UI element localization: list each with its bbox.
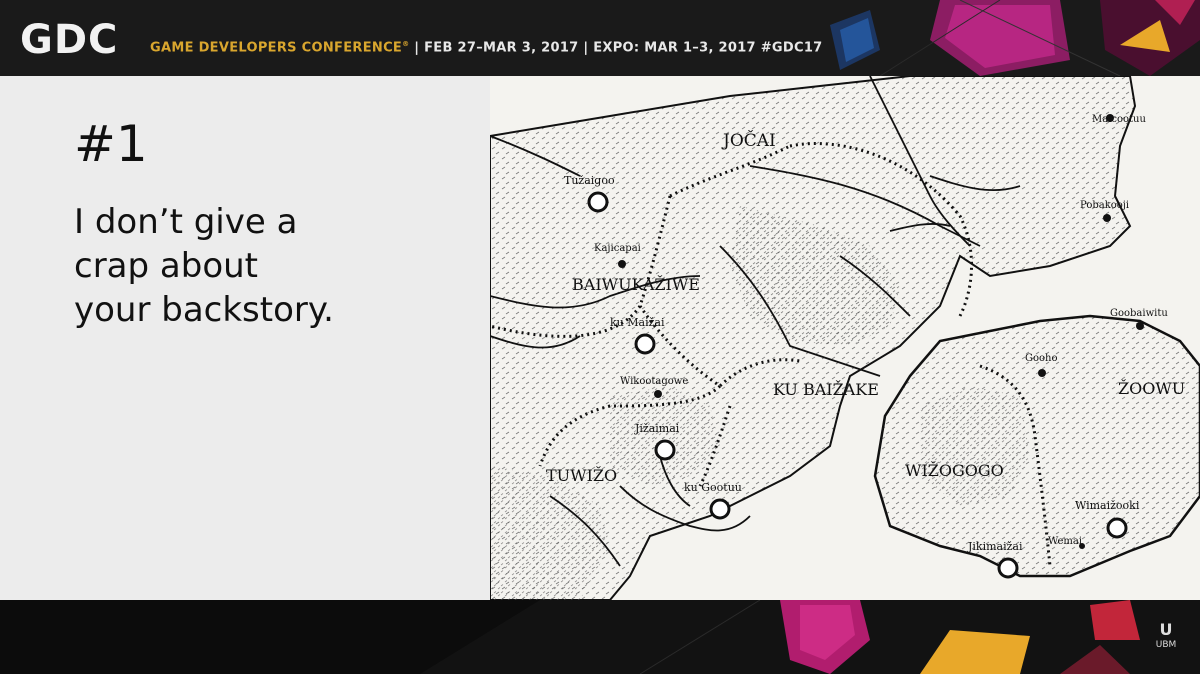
map-place-label: Wimaižooki <box>1075 499 1140 512</box>
map-region-label: BAIWUKAŽIWE <box>572 274 700 294</box>
map-place-label: Goobaiwitu <box>1110 308 1168 319</box>
map-place-label: Kajicapai <box>594 243 641 254</box>
slide-text-line: crap about <box>74 246 258 286</box>
map-place-label: ku Maižai <box>610 316 665 329</box>
presentation-frame: GDC GAME DEVELOPERS CONFERENCE® | FEB 27… <box>0 0 1200 674</box>
map-place-label: ku Gootuu <box>684 481 742 494</box>
conference-tagline: GAME DEVELOPERS CONFERENCE® | FEB 27–MAR… <box>150 40 823 55</box>
map-region-label: JOČAI <box>721 130 776 151</box>
map-place-label: Jižaimai <box>634 422 680 435</box>
map-region-label: ŽOOWU <box>1118 378 1185 398</box>
slide-text-line: your backstory. <box>74 290 334 330</box>
slide-body-text: I don’t give a crap about your backstory… <box>74 200 454 332</box>
map-region-label: TUWIŽO <box>546 465 617 485</box>
conference-dates: | FEB 27–MAR 3, 2017 | EXPO: MAR 1–3, 20… <box>409 40 823 56</box>
decorative-shapes-top <box>830 0 1200 76</box>
conference-name: GAME DEVELOPERS CONFERENCE <box>150 40 403 56</box>
gdc-logo: GDC <box>20 17 119 63</box>
slide-number: #1 <box>74 115 148 173</box>
map-place-label: Gooho <box>1025 353 1058 364</box>
map-place-label: Jikimaižai <box>967 540 1023 553</box>
map-place-label: Pobakooji <box>1080 200 1129 211</box>
decorative-shapes-bottom <box>0 600 1140 674</box>
fantasy-map: JOČAI BAIWUKAŽIWE KU BAIŽAKE TUWIŽO WIŽO… <box>490 76 1200 600</box>
map-place-label: Tužaigoo <box>564 174 615 187</box>
map-region-label: KU BAIŽAKE <box>773 379 879 399</box>
slide-text-line: I don’t give a <box>74 202 298 242</box>
map-place-label: Wemai <box>1048 536 1082 547</box>
top-banner: GDC GAME DEVELOPERS CONFERENCE® | FEB 27… <box>0 0 1200 76</box>
ubm-logo: U UBM <box>1152 620 1180 651</box>
map-place-label: Maicootuu <box>1092 114 1147 125</box>
map-region-label: WIŽOGOGO <box>905 460 1004 480</box>
map-drawing: JOČAI BAIWUKAŽIWE KU BAIŽAKE TUWIŽO WIŽO… <box>490 76 1200 600</box>
ubm-mark-icon: U <box>1159 620 1173 639</box>
slide: #1 I don’t give a crap about your backst… <box>0 76 1200 600</box>
map-place-label: Wikootagowe <box>620 376 688 387</box>
ubm-label: UBM <box>1155 640 1177 650</box>
bottom-banner <box>0 600 1200 674</box>
